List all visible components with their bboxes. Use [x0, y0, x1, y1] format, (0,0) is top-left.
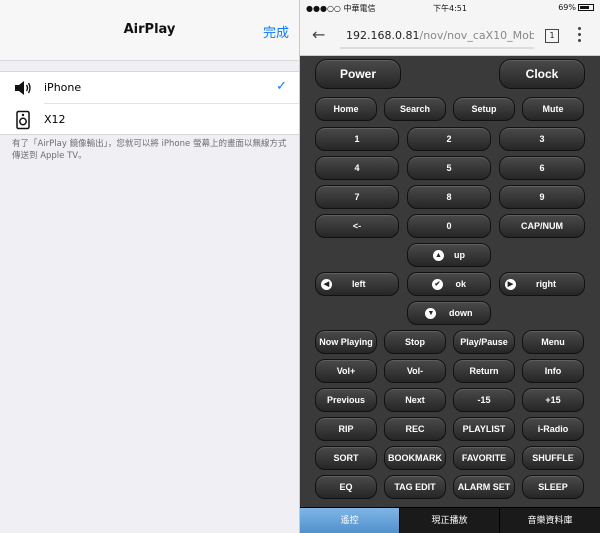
search-button[interactable]: Search [384, 97, 446, 121]
chevron-up-icon: ▲ [432, 250, 444, 262]
tab-now-playing[interactable]: 現正播放 [400, 508, 500, 533]
key-4[interactable]: 4 [315, 156, 399, 180]
key-8[interactable]: 8 [407, 185, 491, 209]
previous-button[interactable]: Previous [315, 388, 377, 412]
skip-forward-15-button[interactable]: +15 [522, 388, 584, 412]
speaker-icon [15, 81, 31, 95]
right-button[interactable]: ▶ right [499, 272, 585, 296]
alarm-set-button[interactable]: ALARM SET [453, 475, 515, 499]
next-button[interactable]: Next [384, 388, 446, 412]
url-field[interactable]: 192.168.0.81/nov/nov_caX10_Mob [340, 23, 534, 49]
right-label: right [536, 279, 557, 289]
tab-remote[interactable]: 遙控 [300, 508, 400, 533]
left-label: left [352, 279, 366, 289]
key-6[interactable]: 6 [499, 156, 585, 180]
status-time: 下午4:51 [433, 4, 467, 13]
chevron-right-icon: ▶ [505, 279, 516, 291]
menu-button[interactable]: Menu [522, 330, 584, 354]
home-button[interactable]: Home [315, 97, 377, 121]
browser-panel: ●●●○○ 中華電信 下午4:51 69% ← 192.168.0.81/nov… [300, 0, 600, 533]
skip-back-15-button[interactable]: -15 [453, 388, 515, 412]
key-9[interactable]: 9 [499, 185, 585, 209]
more-menu-icon[interactable] [578, 27, 584, 45]
key-1[interactable]: 1 [315, 127, 399, 151]
down-button[interactable]: ▼ down [407, 301, 491, 325]
power-button[interactable]: Power [315, 59, 401, 89]
favorite-button[interactable]: FAVORITE [453, 446, 515, 470]
setup-button[interactable]: Setup [453, 97, 515, 121]
ok-button[interactable]: ✔ ok [407, 272, 491, 296]
shuffle-button[interactable]: SHUFFLE [522, 446, 584, 470]
done-button[interactable]: 完成 [263, 22, 289, 41]
playlist-button[interactable]: PLAYLIST [453, 417, 515, 441]
browser-toolbar: ← 192.168.0.81/nov/nov_caX10_Mob 1 [300, 16, 600, 56]
info-button[interactable]: Info [522, 359, 584, 383]
chevron-down-icon: ▼ [425, 308, 437, 320]
sleep-button[interactable]: SLEEP [522, 475, 584, 499]
eq-button[interactable]: EQ [315, 475, 377, 499]
key-2[interactable]: 2 [407, 127, 491, 151]
airplay-navbar: AirPlay 完成 [0, 0, 299, 61]
check-icon: ✔ [431, 279, 443, 291]
vol-up-button[interactable]: Vol+ [315, 359, 377, 383]
rip-button[interactable]: RIP [315, 417, 377, 441]
i-radio-button[interactable]: i-Radio [522, 417, 584, 441]
cap-num-key[interactable]: CAP/NUM [499, 214, 585, 238]
rec-button[interactable]: REC [384, 417, 446, 441]
status-bar: ●●●○○ 中華電信 下午4:51 69% [300, 0, 600, 16]
battery-icon [578, 4, 594, 11]
airplay-panel: AirPlay 完成 iPhone ✓ X12 有了「AirPlay 鏡像輸出」… [0, 0, 299, 533]
checkmark-icon: ✓ [276, 79, 287, 94]
vol-down-button[interactable]: Vol- [384, 359, 446, 383]
url-path: /nov/nov_caX10_Mob [419, 29, 534, 42]
battery-indicator: 69% [558, 3, 594, 12]
clock-button[interactable]: Clock [499, 59, 585, 89]
stop-button[interactable]: Stop [384, 330, 446, 354]
bookmark-button[interactable]: BOOKMARK [384, 446, 446, 470]
ok-label: ok [455, 279, 467, 289]
tab-count-button[interactable]: 1 [545, 29, 559, 43]
battery-percent: 69% [558, 3, 576, 12]
airplay-note: 有了「AirPlay 鏡像輸出」，您就可以將 iPhone 螢幕上的畫面以無線方… [12, 139, 287, 161]
up-label: up [454, 250, 465, 260]
mute-button[interactable]: Mute [522, 97, 584, 121]
bottom-tab-bar: 遙控 現正播放 音樂資料庫 [300, 507, 600, 533]
airplay-device-list: iPhone ✓ X12 [0, 71, 299, 135]
device-row-x12[interactable]: X12 [16, 103, 299, 134]
now-playing-button[interactable]: Now Playing [315, 330, 377, 354]
tag-edit-button[interactable]: TAG EDIT [384, 475, 446, 499]
return-button[interactable]: Return [453, 359, 515, 383]
device-label: iPhone [44, 81, 82, 94]
key-3[interactable]: 3 [499, 127, 585, 151]
key-5[interactable]: 5 [407, 156, 491, 180]
device-label: X12 [44, 113, 66, 126]
left-button[interactable]: ◀ left [315, 272, 399, 296]
tab-music-library[interactable]: 音樂資料庫 [500, 508, 600, 533]
key-7[interactable]: 7 [315, 185, 399, 209]
sort-button[interactable]: SORT [315, 446, 377, 470]
chevron-left-icon: ◀ [321, 279, 332, 291]
device-row-iphone[interactable]: iPhone ✓ [0, 72, 299, 103]
airplay-title: AirPlay [123, 22, 176, 37]
speaker-box-icon [16, 110, 30, 130]
back-arrow-icon[interactable]: ← [312, 25, 325, 44]
url-host: 192.168.0.81 [346, 29, 420, 42]
key-0[interactable]: 0 [407, 214, 491, 238]
down-label: down [449, 308, 473, 318]
backspace-key[interactable]: <- [315, 214, 399, 238]
up-button[interactable]: ▲ up [407, 243, 491, 267]
play-pause-button[interactable]: Play/Pause [453, 330, 515, 354]
